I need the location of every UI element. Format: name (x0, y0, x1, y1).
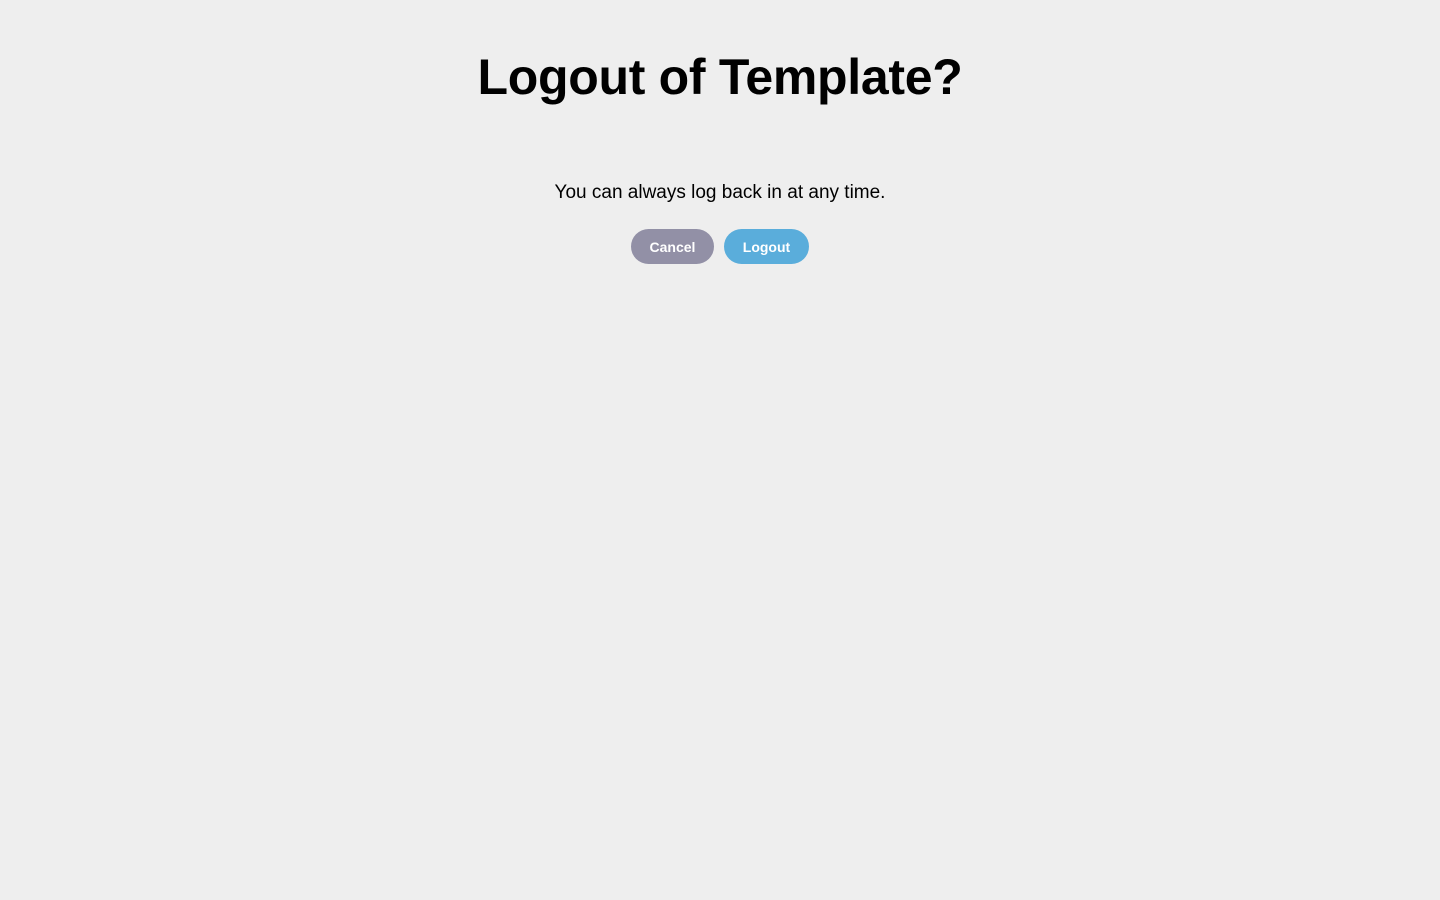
logout-button[interactable]: Logout (724, 229, 809, 264)
page-title: Logout of Template? (477, 49, 963, 105)
dialog-actions: Cancel Logout (0, 229, 1440, 264)
logout-page: Logout of Template? You can always log b… (0, 0, 1440, 900)
logout-message: You can always log back in at any time. (554, 182, 886, 203)
cancel-button[interactable]: Cancel (631, 229, 714, 264)
